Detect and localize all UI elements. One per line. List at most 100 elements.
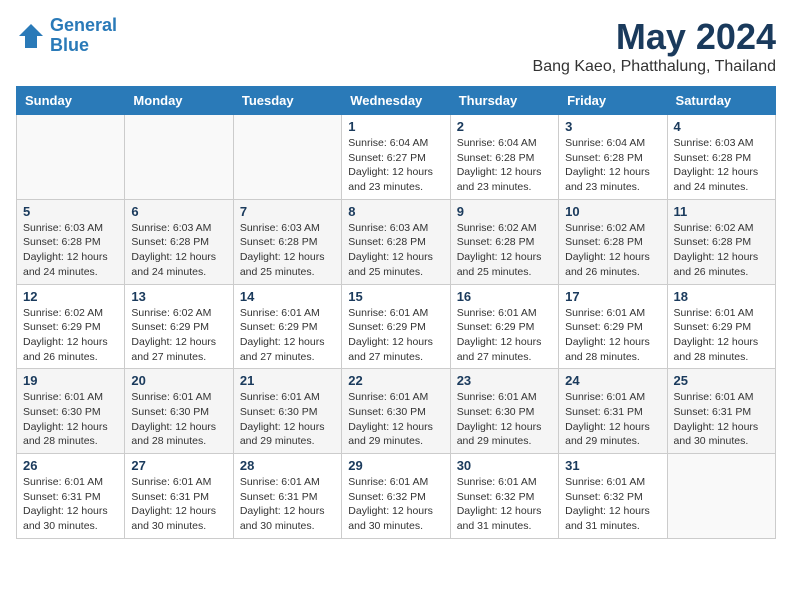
calendar-cell [233, 115, 341, 200]
calendar-cell: 27 Sunrise: 6:01 AM Sunset: 6:31 PM Dayli… [125, 454, 233, 539]
day-info: Sunrise: 6:01 AM Sunset: 6:30 PM Dayligh… [348, 390, 443, 449]
calendar-cell: 19Sunrise: 6:01 AM Sunset: 6:30 PM Dayli… [17, 369, 125, 454]
calendar-cell: 28 Sunrise: 6:01 AM Sunset: 6:31 PM Dayli… [233, 454, 341, 539]
day-number: 9 [457, 204, 552, 219]
calendar-cell: 9 Sunrise: 6:02 AM Sunset: 6:28 PM Daylig… [450, 199, 558, 284]
day-number: 5 [23, 204, 118, 219]
day-info: Sunrise: 6:03 AM Sunset: 6:28 PM Dayligh… [23, 221, 118, 280]
day-number: 6 [131, 204, 226, 219]
calendar-cell: 7 Sunrise: 6:03 AM Sunset: 6:28 PM Daylig… [233, 199, 341, 284]
day-number: 4 [674, 119, 769, 134]
calendar-cell: 1 Sunrise: 6:04 AM Sunset: 6:27 PM Daylig… [342, 115, 450, 200]
calendar-cell: 20 Sunrise: 6:01 AM Sunset: 6:30 PM Dayli… [125, 369, 233, 454]
day-info: Sunrise: 6:01 AM Sunset: 6:31 PM Dayligh… [131, 475, 226, 534]
day-number: 29 [348, 458, 443, 473]
calendar-cell: 14 Sunrise: 6:01 AM Sunset: 6:29 PM Dayli… [233, 284, 341, 369]
calendar-cell: 4 Sunrise: 6:03 AM Sunset: 6:28 PM Daylig… [667, 115, 775, 200]
day-info: Sunrise: 6:01 AM Sunset: 6:29 PM Dayligh… [674, 306, 769, 365]
day-info: Sunrise: 6:04 AM Sunset: 6:27 PM Dayligh… [348, 136, 443, 195]
week-row-5: 26 Sunrise: 6:01 AM Sunset: 6:31 PM Dayli… [17, 454, 776, 539]
week-row-2: 5 Sunrise: 6:03 AM Sunset: 6:28 PM Daylig… [17, 199, 776, 284]
day-number: 7 [240, 204, 335, 219]
logo-icon [16, 21, 46, 51]
day-info: Sunrise: 6:01 AM Sunset: 6:30 PM Dayligh… [23, 390, 118, 449]
weekday-header-saturday: Saturday [667, 87, 775, 115]
day-number: 22 [348, 373, 443, 388]
weekday-header-thursday: Thursday [450, 87, 558, 115]
calendar-cell: 2 Sunrise: 6:04 AM Sunset: 6:28 PM Daylig… [450, 115, 558, 200]
calendar-cell: 16 Sunrise: 6:01 AM Sunset: 6:29 PM Dayli… [450, 284, 558, 369]
day-info: Sunrise: 6:03 AM Sunset: 6:28 PM Dayligh… [131, 221, 226, 280]
calendar-cell: 30 Sunrise: 6:01 AM Sunset: 6:32 PM Dayli… [450, 454, 558, 539]
day-info: Sunrise: 6:01 AM Sunset: 6:29 PM Dayligh… [348, 306, 443, 365]
day-number: 30 [457, 458, 552, 473]
calendar-cell: 5 Sunrise: 6:03 AM Sunset: 6:28 PM Daylig… [17, 199, 125, 284]
day-info: Sunrise: 6:03 AM Sunset: 6:28 PM Dayligh… [348, 221, 443, 280]
day-number: 25 [674, 373, 769, 388]
calendar-cell: 17 Sunrise: 6:01 AM Sunset: 6:29 PM Dayli… [559, 284, 667, 369]
day-number: 8 [348, 204, 443, 219]
day-info: Sunrise: 6:03 AM Sunset: 6:28 PM Dayligh… [674, 136, 769, 195]
calendar-cell: 29Sunrise: 6:01 AM Sunset: 6:32 PM Dayli… [342, 454, 450, 539]
logo-line1: General [50, 15, 117, 35]
day-number: 15 [348, 289, 443, 304]
weekday-header-wednesday: Wednesday [342, 87, 450, 115]
day-number: 20 [131, 373, 226, 388]
day-number: 16 [457, 289, 552, 304]
day-number: 28 [240, 458, 335, 473]
day-number: 14 [240, 289, 335, 304]
day-info: Sunrise: 6:02 AM Sunset: 6:29 PM Dayligh… [23, 306, 118, 365]
day-info: Sunrise: 6:02 AM Sunset: 6:29 PM Dayligh… [131, 306, 226, 365]
day-info: Sunrise: 6:01 AM Sunset: 6:29 PM Dayligh… [565, 306, 660, 365]
day-info: Sunrise: 6:03 AM Sunset: 6:28 PM Dayligh… [240, 221, 335, 280]
calendar-cell: 3Sunrise: 6:04 AM Sunset: 6:28 PM Daylig… [559, 115, 667, 200]
day-number: 1 [348, 119, 443, 134]
day-info: Sunrise: 6:02 AM Sunset: 6:28 PM Dayligh… [457, 221, 552, 280]
week-row-1: 1 Sunrise: 6:04 AM Sunset: 6:27 PM Daylig… [17, 115, 776, 200]
calendar-cell: 11Sunrise: 6:02 AM Sunset: 6:28 PM Dayli… [667, 199, 775, 284]
day-info: Sunrise: 6:02 AM Sunset: 6:28 PM Dayligh… [674, 221, 769, 280]
day-info: Sunrise: 6:01 AM Sunset: 6:30 PM Dayligh… [131, 390, 226, 449]
day-info: Sunrise: 6:01 AM Sunset: 6:30 PM Dayligh… [457, 390, 552, 449]
weekday-header-sunday: Sunday [17, 87, 125, 115]
calendar-cell: 25Sunrise: 6:01 AM Sunset: 6:31 PM Dayli… [667, 369, 775, 454]
day-info: Sunrise: 6:01 AM Sunset: 6:32 PM Dayligh… [565, 475, 660, 534]
day-number: 21 [240, 373, 335, 388]
calendar-cell: 10 Sunrise: 6:02 AM Sunset: 6:28 PM Dayli… [559, 199, 667, 284]
calendar-cell: 15 Sunrise: 6:01 AM Sunset: 6:29 PM Dayli… [342, 284, 450, 369]
calendar-cell: 24Sunrise: 6:01 AM Sunset: 6:31 PM Dayli… [559, 369, 667, 454]
subtitle: Bang Kaeo, Phatthalung, Thailand [533, 58, 776, 76]
logo-text: General Blue [50, 16, 117, 56]
calendar: SundayMondayTuesdayWednesdayThursdayFrid… [16, 86, 776, 539]
header: General Blue May 2024 Bang Kaeo, Phattha… [16, 16, 776, 76]
weekday-header-tuesday: Tuesday [233, 87, 341, 115]
week-row-4: 19Sunrise: 6:01 AM Sunset: 6:30 PM Dayli… [17, 369, 776, 454]
day-number: 2 [457, 119, 552, 134]
day-info: Sunrise: 6:01 AM Sunset: 6:31 PM Dayligh… [565, 390, 660, 449]
day-number: 10 [565, 204, 660, 219]
title-area: May 2024 Bang Kaeo, Phatthalung, Thailan… [533, 16, 776, 76]
day-info: Sunrise: 6:01 AM Sunset: 6:32 PM Dayligh… [457, 475, 552, 534]
day-info: Sunrise: 6:01 AM Sunset: 6:29 PM Dayligh… [457, 306, 552, 365]
calendar-cell [667, 454, 775, 539]
day-number: 3 [565, 119, 660, 134]
day-number: 27 [131, 458, 226, 473]
calendar-cell: 8 Sunrise: 6:03 AM Sunset: 6:28 PM Daylig… [342, 199, 450, 284]
calendar-cell: 21Sunrise: 6:01 AM Sunset: 6:30 PM Dayli… [233, 369, 341, 454]
day-number: 18 [674, 289, 769, 304]
day-number: 13 [131, 289, 226, 304]
day-info: Sunrise: 6:02 AM Sunset: 6:28 PM Dayligh… [565, 221, 660, 280]
calendar-cell [17, 115, 125, 200]
weekday-header-row: SundayMondayTuesdayWednesdayThursdayFrid… [17, 87, 776, 115]
calendar-cell: 18 Sunrise: 6:01 AM Sunset: 6:29 PM Dayli… [667, 284, 775, 369]
day-info: Sunrise: 6:04 AM Sunset: 6:28 PM Dayligh… [457, 136, 552, 195]
day-info: Sunrise: 6:01 AM Sunset: 6:31 PM Dayligh… [240, 475, 335, 534]
week-row-3: 12Sunrise: 6:02 AM Sunset: 6:29 PM Dayli… [17, 284, 776, 369]
logo-line2: Blue [50, 35, 89, 55]
day-number: 26 [23, 458, 118, 473]
calendar-cell: 22 Sunrise: 6:01 AM Sunset: 6:30 PM Dayli… [342, 369, 450, 454]
day-number: 31 [565, 458, 660, 473]
calendar-cell: 13 Sunrise: 6:02 AM Sunset: 6:29 PM Dayli… [125, 284, 233, 369]
day-number: 17 [565, 289, 660, 304]
day-info: Sunrise: 6:01 AM Sunset: 6:29 PM Dayligh… [240, 306, 335, 365]
